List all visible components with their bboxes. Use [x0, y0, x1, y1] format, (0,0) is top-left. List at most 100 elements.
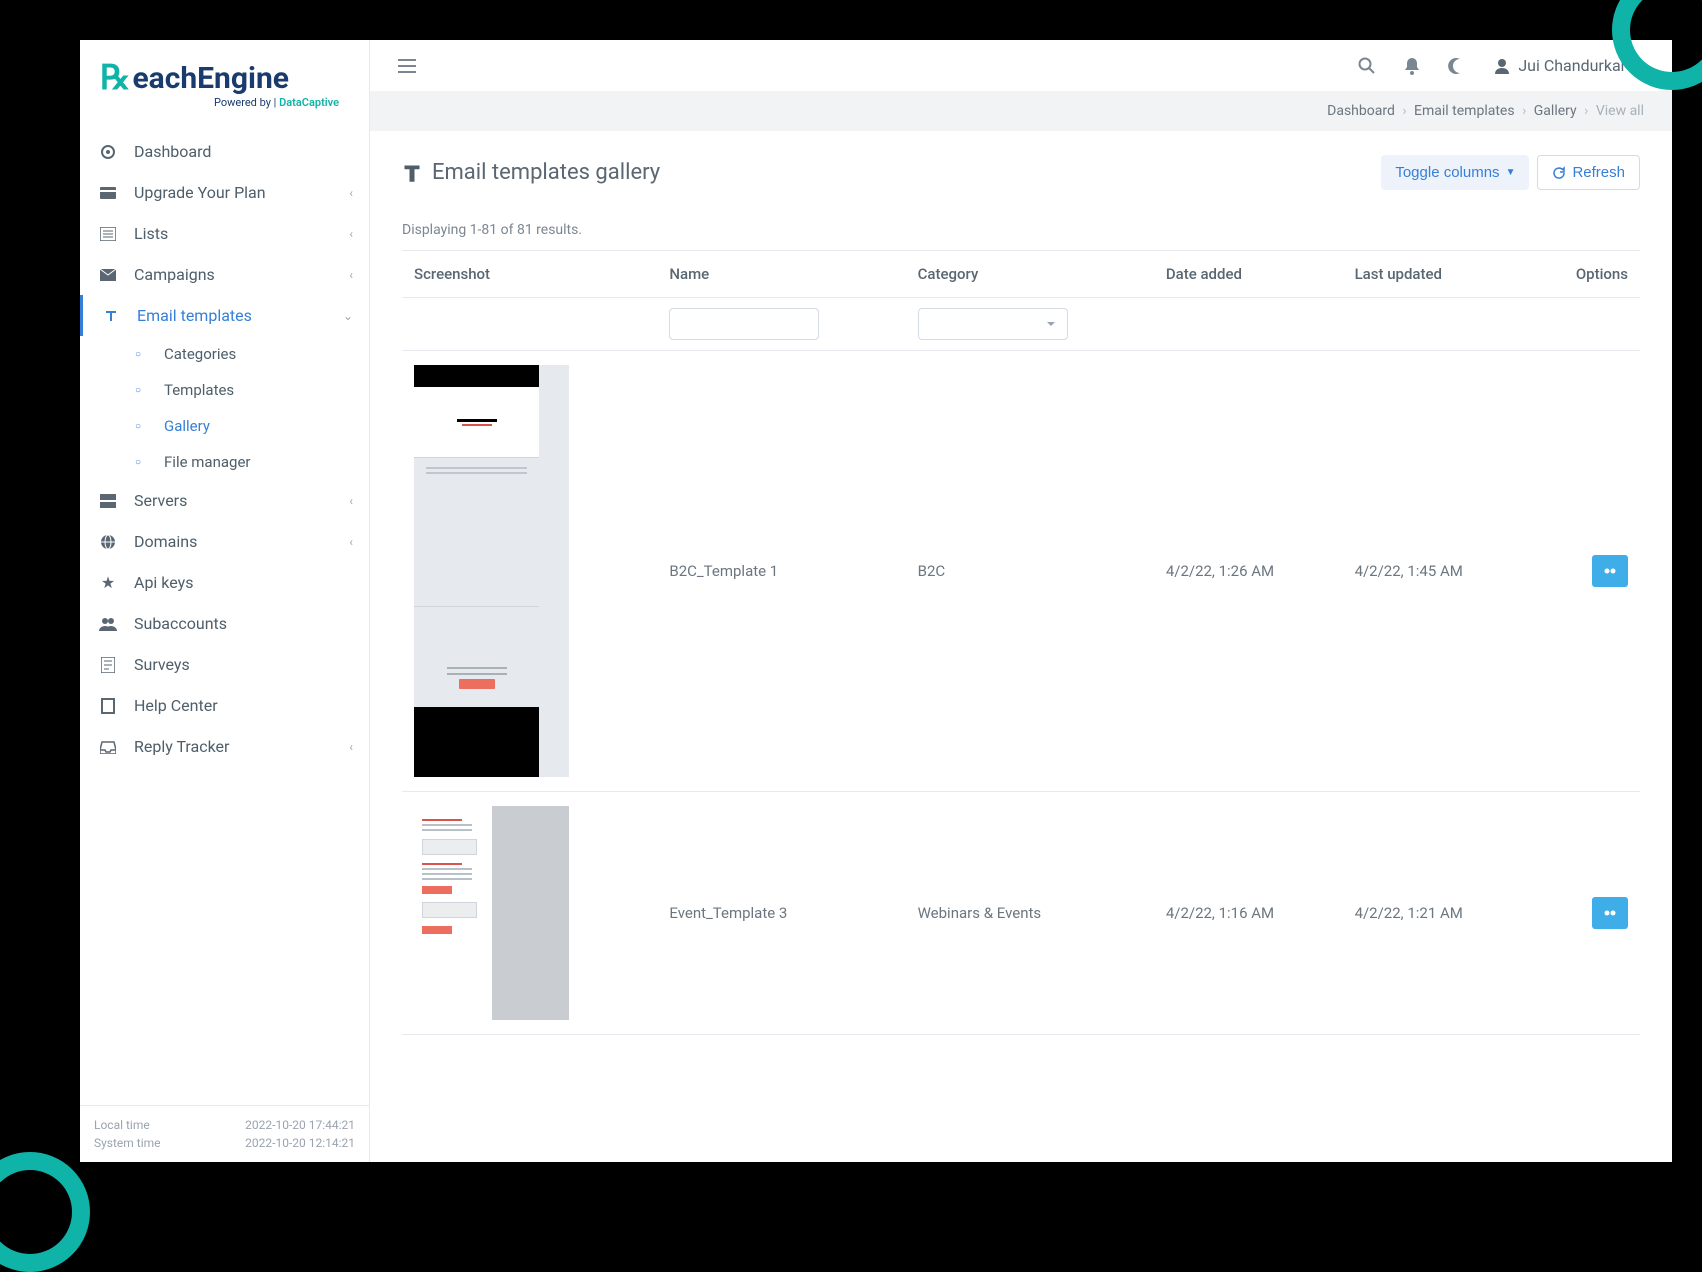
text-icon [402, 163, 422, 183]
sidebar-sub-categories[interactable]: ○ Categories [106, 336, 369, 372]
sidebar-item-label: Help Center [134, 696, 218, 715]
col-options: Options [1531, 251, 1640, 298]
sidebar-sub-label: Templates [164, 381, 234, 399]
caret-down-icon: ▼ [1506, 167, 1516, 178]
sidebar-item-domains[interactable]: Domains ‹ [80, 521, 369, 562]
hamburger-icon[interactable] [398, 59, 416, 73]
cell-date-added: 4/2/22, 1:16 AM [1154, 792, 1343, 1035]
row-options-button[interactable] [1592, 897, 1628, 929]
refresh-icon [1552, 166, 1566, 180]
help-icon [96, 698, 120, 714]
sidebar-item-label: Servers [134, 491, 187, 510]
search-icon[interactable] [1358, 57, 1376, 75]
sidebar-item-email-templates[interactable]: Email templates ⌄ [80, 295, 369, 336]
page-actions: Toggle columns ▼ Refresh [1381, 155, 1640, 190]
sidebar-item-label: Campaigns [134, 265, 215, 284]
breadcrumb-item[interactable]: Dashboard [1327, 103, 1395, 119]
local-time-label: Local time [94, 1118, 150, 1132]
sidebar-item-label: Reply Tracker [134, 737, 229, 756]
filter-name-input[interactable] [669, 308, 819, 340]
mail-icon [96, 269, 120, 281]
template-thumbnail[interactable] [414, 806, 569, 1020]
sidebar-nav: Dashboard Upgrade Your Plan ‹ Lists ‹ [80, 119, 369, 1105]
sidebar-submenu: ○ Categories ○ Templates ○ Gallery ○ Fil… [80, 336, 369, 480]
sidebar-sub-label: Gallery [164, 417, 210, 435]
sidebar-item-lists[interactable]: Lists ‹ [80, 213, 369, 254]
sidebar-item-campaigns[interactable]: Campaigns ‹ [80, 254, 369, 295]
results-count: Displaying 1-81 of 81 results. [402, 222, 1640, 238]
cell-last-updated: 4/2/22, 1:21 AM [1343, 792, 1532, 1035]
breadcrumb: Dashboard › Email templates › Gallery › … [370, 91, 1672, 131]
logo-main: ℞eachEngine [100, 58, 349, 98]
sidebar-sub-label: File manager [164, 453, 250, 471]
cell-last-updated: 4/2/22, 1:45 AM [1343, 351, 1532, 792]
user-name: Jui Chandurkar [1518, 56, 1626, 75]
time-info: Local time 2022-10-20 17:44:21 System ti… [80, 1105, 369, 1162]
moon-icon[interactable] [1448, 57, 1466, 75]
chevron-left-icon: ‹ [349, 268, 353, 282]
topbar: Jui Chandurkar ▼ [370, 40, 1672, 91]
table-row: Event_Template 3 Webinars & Events 4/2/2… [402, 792, 1640, 1035]
sidebar-item-servers[interactable]: Servers ‹ [80, 480, 369, 521]
bell-icon[interactable] [1404, 57, 1420, 75]
users-icon [96, 617, 120, 631]
sidebar-item-help[interactable]: Help Center [80, 685, 369, 726]
template-thumbnail[interactable] [414, 365, 569, 777]
sidebar-sub-gallery[interactable]: ○ Gallery [106, 408, 369, 444]
refresh-button[interactable]: Refresh [1537, 155, 1640, 190]
sidebar-item-subaccounts[interactable]: Subaccounts [80, 603, 369, 644]
filter-category-select[interactable] [918, 308, 1068, 340]
breadcrumb-item[interactable]: Email templates [1414, 103, 1515, 119]
sidebar: ℞eachEngine Powered by | DataCaptive Das… [80, 40, 370, 1162]
sidebar-item-label: Email templates [137, 306, 252, 325]
row-options-button[interactable] [1592, 555, 1628, 587]
sidebar-item-label: Lists [134, 224, 168, 243]
dashboard-icon [96, 144, 120, 160]
cell-name: Event_Template 3 [657, 792, 905, 1035]
toggle-columns-button[interactable]: Toggle columns ▼ [1381, 155, 1529, 190]
page-header: Email templates gallery Toggle columns ▼… [402, 155, 1640, 190]
card-icon [96, 187, 120, 199]
circle-icon: ○ [126, 349, 150, 360]
logo[interactable]: ℞eachEngine Powered by | DataCaptive [80, 40, 369, 119]
cell-category: Webinars & Events [906, 792, 1154, 1035]
sidebar-item-surveys[interactable]: Surveys [80, 644, 369, 685]
chevron-left-icon: ‹ [349, 494, 353, 508]
sidebar-item-upgrade[interactable]: Upgrade Your Plan ‹ [80, 172, 369, 213]
user-icon [1494, 58, 1510, 74]
cell-name: B2C_Template 1 [657, 351, 905, 792]
chevron-left-icon: ‹ [349, 186, 353, 200]
chevron-left-icon: ‹ [349, 535, 353, 549]
page-title: Email templates gallery [402, 160, 660, 185]
sidebar-item-dashboard[interactable]: Dashboard [80, 131, 369, 172]
gear-icon [1602, 905, 1618, 921]
sidebar-sub-templates[interactable]: ○ Templates [106, 372, 369, 408]
sidebar-item-apikeys[interactable]: ★ Api keys [80, 562, 369, 603]
chevron-left-icon: ‹ [349, 740, 353, 754]
list-icon [96, 227, 120, 241]
sidebar-item-label: Upgrade Your Plan [134, 183, 266, 202]
logo-r-glyph: ℞ [100, 58, 130, 98]
col-name[interactable]: Name [657, 251, 905, 298]
circle-icon: ○ [126, 385, 150, 396]
sidebar-item-label: Subaccounts [134, 614, 227, 633]
chevron-down-icon: ⌄ [343, 309, 353, 323]
text-icon [99, 308, 123, 324]
app-window: ℞eachEngine Powered by | DataCaptive Das… [80, 40, 1672, 1162]
globe-icon [96, 534, 120, 550]
col-category[interactable]: Category [906, 251, 1154, 298]
servers-icon [96, 494, 120, 508]
system-time-value: 2022-10-20 12:14:21 [245, 1136, 355, 1150]
col-screenshot[interactable]: Screenshot [402, 251, 657, 298]
col-date-added[interactable]: Date added [1154, 251, 1343, 298]
content: Email templates gallery Toggle columns ▼… [370, 131, 1672, 1162]
local-time-value: 2022-10-20 17:44:21 [245, 1118, 355, 1132]
breadcrumb-item[interactable]: Gallery [1534, 103, 1577, 119]
inbox-icon [96, 740, 120, 754]
sidebar-sub-filemanager[interactable]: ○ File manager [106, 444, 369, 480]
col-last-updated[interactable]: Last updated [1343, 251, 1532, 298]
logo-text: eachEngine [132, 61, 288, 96]
sidebar-sub-label: Categories [164, 345, 236, 363]
sidebar-item-reply-tracker[interactable]: Reply Tracker ‹ [80, 726, 369, 767]
logo-subtitle: Powered by | DataCaptive [100, 96, 349, 109]
